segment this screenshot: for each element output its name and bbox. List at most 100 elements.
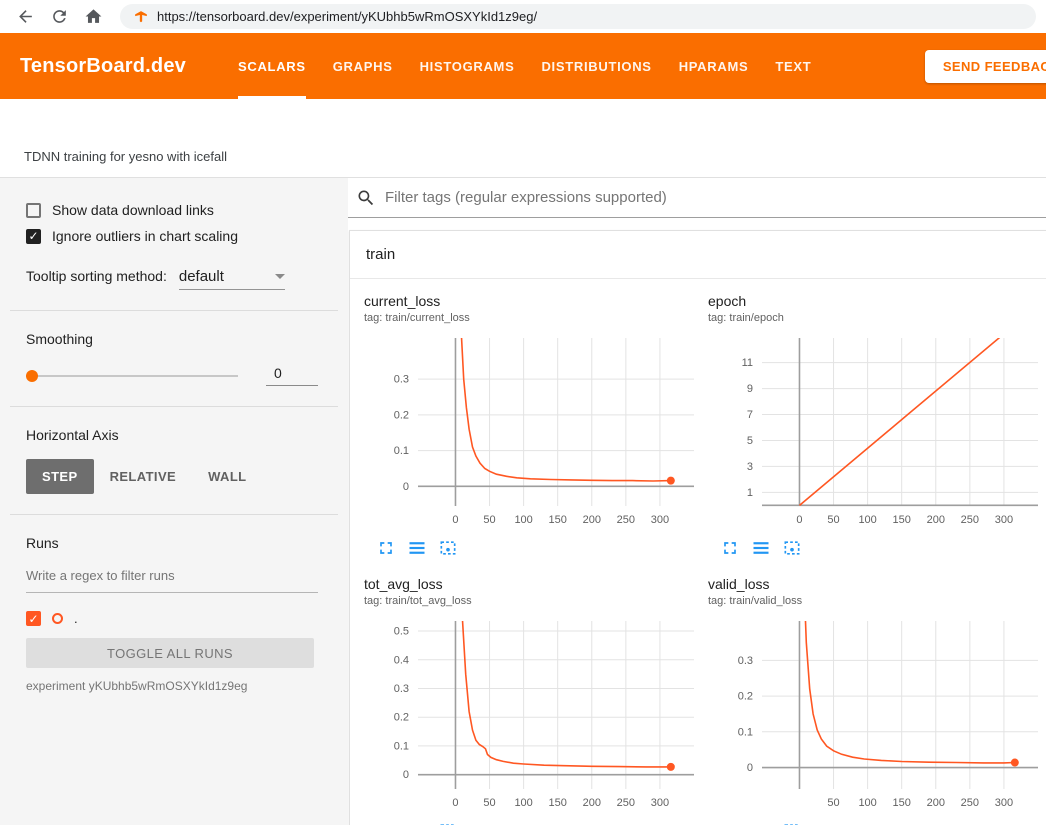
reload-button[interactable] [44, 3, 74, 31]
expand-chart-button[interactable] [376, 538, 396, 558]
runs-filter-input[interactable] [26, 568, 318, 583]
tab-scalars[interactable]: SCALARS [238, 33, 306, 99]
chart-tag: tag: train/tot_avg_loss [364, 595, 700, 607]
horizontal-lines-icon [751, 821, 771, 825]
fit-domain-button[interactable] [438, 821, 458, 825]
show-download-checkbox[interactable] [26, 203, 41, 218]
run-name[interactable]: . [74, 611, 78, 626]
smoothing-slider-row: 0 [26, 365, 318, 386]
ignore-outliers-row[interactable]: ✓ Ignore outliers in chart scaling [26, 228, 318, 244]
fit-domain-button[interactable] [782, 538, 802, 558]
svg-text:100: 100 [514, 514, 532, 526]
show-download-row[interactable]: Show data download links [26, 202, 318, 218]
scalar-line-chart[interactable]: 00.10.20.3050100150200250300 [364, 330, 700, 536]
send-feedback-button[interactable]: SEND FEEDBACK [925, 50, 1046, 83]
svg-text:0: 0 [452, 514, 458, 526]
home-button[interactable] [78, 3, 108, 31]
main-panel: train current_loss tag: train/current_lo… [348, 178, 1046, 825]
home-icon [84, 7, 103, 26]
expand-chart-button[interactable] [720, 821, 740, 825]
svg-text:250: 250 [617, 797, 635, 809]
experiment-subheader: TDNN training for yesno with icefall [0, 99, 1046, 178]
section-header-train[interactable]: train [350, 231, 1046, 279]
chart-tag: tag: train/current_loss [364, 312, 700, 324]
data-table-button[interactable] [751, 538, 771, 558]
fullscreen-icon [376, 538, 396, 558]
svg-text:200: 200 [583, 797, 601, 809]
expand-chart-button[interactable] [376, 821, 396, 825]
chart-tag: tag: train/epoch [708, 312, 1044, 324]
scalar-line-chart[interactable]: 00.10.20.350100150200250300 [708, 613, 1044, 819]
tab-hparams[interactable]: HPARAMS [679, 33, 749, 99]
chart-title: current_loss [364, 293, 700, 309]
smoothing-value-input[interactable]: 0 [266, 365, 318, 386]
svg-text:0: 0 [403, 481, 409, 493]
tooltip-sorting-row: Tooltip sorting method: default [26, 268, 318, 290]
tag-filter-row [348, 178, 1046, 218]
svg-text:11: 11 [742, 357, 753, 369]
horizontal-lines-icon [407, 821, 427, 825]
svg-text:200: 200 [927, 797, 945, 809]
chart-actions [376, 538, 700, 558]
tab-graphs[interactable]: GRAPHS [333, 33, 393, 99]
svg-text:0.1: 0.1 [394, 740, 409, 752]
back-button[interactable] [10, 3, 40, 31]
tensorboard-favicon [134, 10, 148, 24]
smoothing-slider-track[interactable] [26, 375, 238, 377]
svg-text:150: 150 [549, 514, 567, 526]
tooltip-sorting-dropdown[interactable]: default [179, 268, 285, 290]
expand-chart-button[interactable] [720, 538, 740, 558]
svg-text:50: 50 [827, 514, 839, 526]
ignore-outliers-checkbox[interactable]: ✓ [26, 229, 41, 244]
data-table-button[interactable] [407, 538, 427, 558]
run-checkbox[interactable]: ✓ [26, 611, 41, 626]
runs-label: Runs [26, 535, 318, 551]
scalar-line-chart[interactable]: 1357911050100150200250300 [708, 330, 1044, 536]
horizontal-axis-label: Horizontal Axis [26, 427, 318, 443]
svg-text:5: 5 [747, 435, 753, 447]
chart-title: tot_avg_loss [364, 576, 700, 592]
tag-filter-input[interactable] [385, 189, 1046, 206]
sidebar-divider [10, 310, 338, 311]
svg-text:0: 0 [452, 797, 458, 809]
arrow-left-icon [16, 7, 35, 26]
fit-domain-button[interactable] [438, 538, 458, 558]
url-text: https://tensorboard.dev/experiment/yKUbh… [157, 9, 537, 24]
chart-actions [720, 821, 1044, 825]
search-icon [356, 188, 376, 208]
smoothing-label: Smoothing [26, 331, 318, 347]
chart-title: epoch [708, 293, 1044, 309]
chart-grid: current_loss tag: train/current_loss 0 0.… [350, 279, 1046, 825]
toggle-all-runs-button[interactable]: TOGGLE ALL RUNS [26, 638, 314, 668]
svg-text:100: 100 [858, 797, 876, 809]
chart-actions [720, 538, 1044, 558]
axis-step-button[interactable]: STEP [26, 459, 94, 494]
svg-text:3: 3 [747, 461, 753, 473]
address-bar[interactable]: https://tensorboard.dev/experiment/yKUbh… [120, 4, 1036, 29]
svg-text:250: 250 [961, 514, 979, 526]
run-list-item[interactable]: ✓ . [26, 611, 318, 626]
svg-text:0.2: 0.2 [394, 409, 409, 421]
data-table-button[interactable] [751, 821, 771, 825]
axis-relative-button[interactable]: RELATIVE [94, 459, 193, 494]
tab-text[interactable]: TEXT [775, 33, 811, 99]
tab-histograms[interactable]: HISTOGRAMS [420, 33, 515, 99]
tab-distributions[interactable]: DISTRIBUTIONS [541, 33, 651, 99]
smoothing-slider-thumb[interactable] [26, 370, 38, 382]
scalar-line-chart[interactable]: 00.10.20.30.40.5050100150200250300 [364, 613, 700, 819]
runs-filter-field [26, 567, 318, 593]
browser-toolbar: https://tensorboard.dev/experiment/yKUbh… [0, 0, 1046, 33]
axis-wall-button[interactable]: WALL [192, 459, 262, 494]
fullscreen-icon [720, 538, 740, 558]
svg-text:300: 300 [995, 797, 1013, 809]
svg-text:0: 0 [403, 769, 409, 781]
svg-text:300: 300 [651, 514, 669, 526]
data-table-button[interactable] [407, 821, 427, 825]
svg-text:100: 100 [858, 514, 876, 526]
svg-text:0: 0 [796, 514, 802, 526]
fit-domain-button[interactable] [782, 821, 802, 825]
svg-text:0.1: 0.1 [738, 726, 753, 738]
svg-text:0.1: 0.1 [394, 445, 409, 457]
experiment-caption: experiment yKUbhb5wRmOSXYkId1z9eg [26, 679, 318, 693]
svg-text:0: 0 [747, 762, 753, 774]
